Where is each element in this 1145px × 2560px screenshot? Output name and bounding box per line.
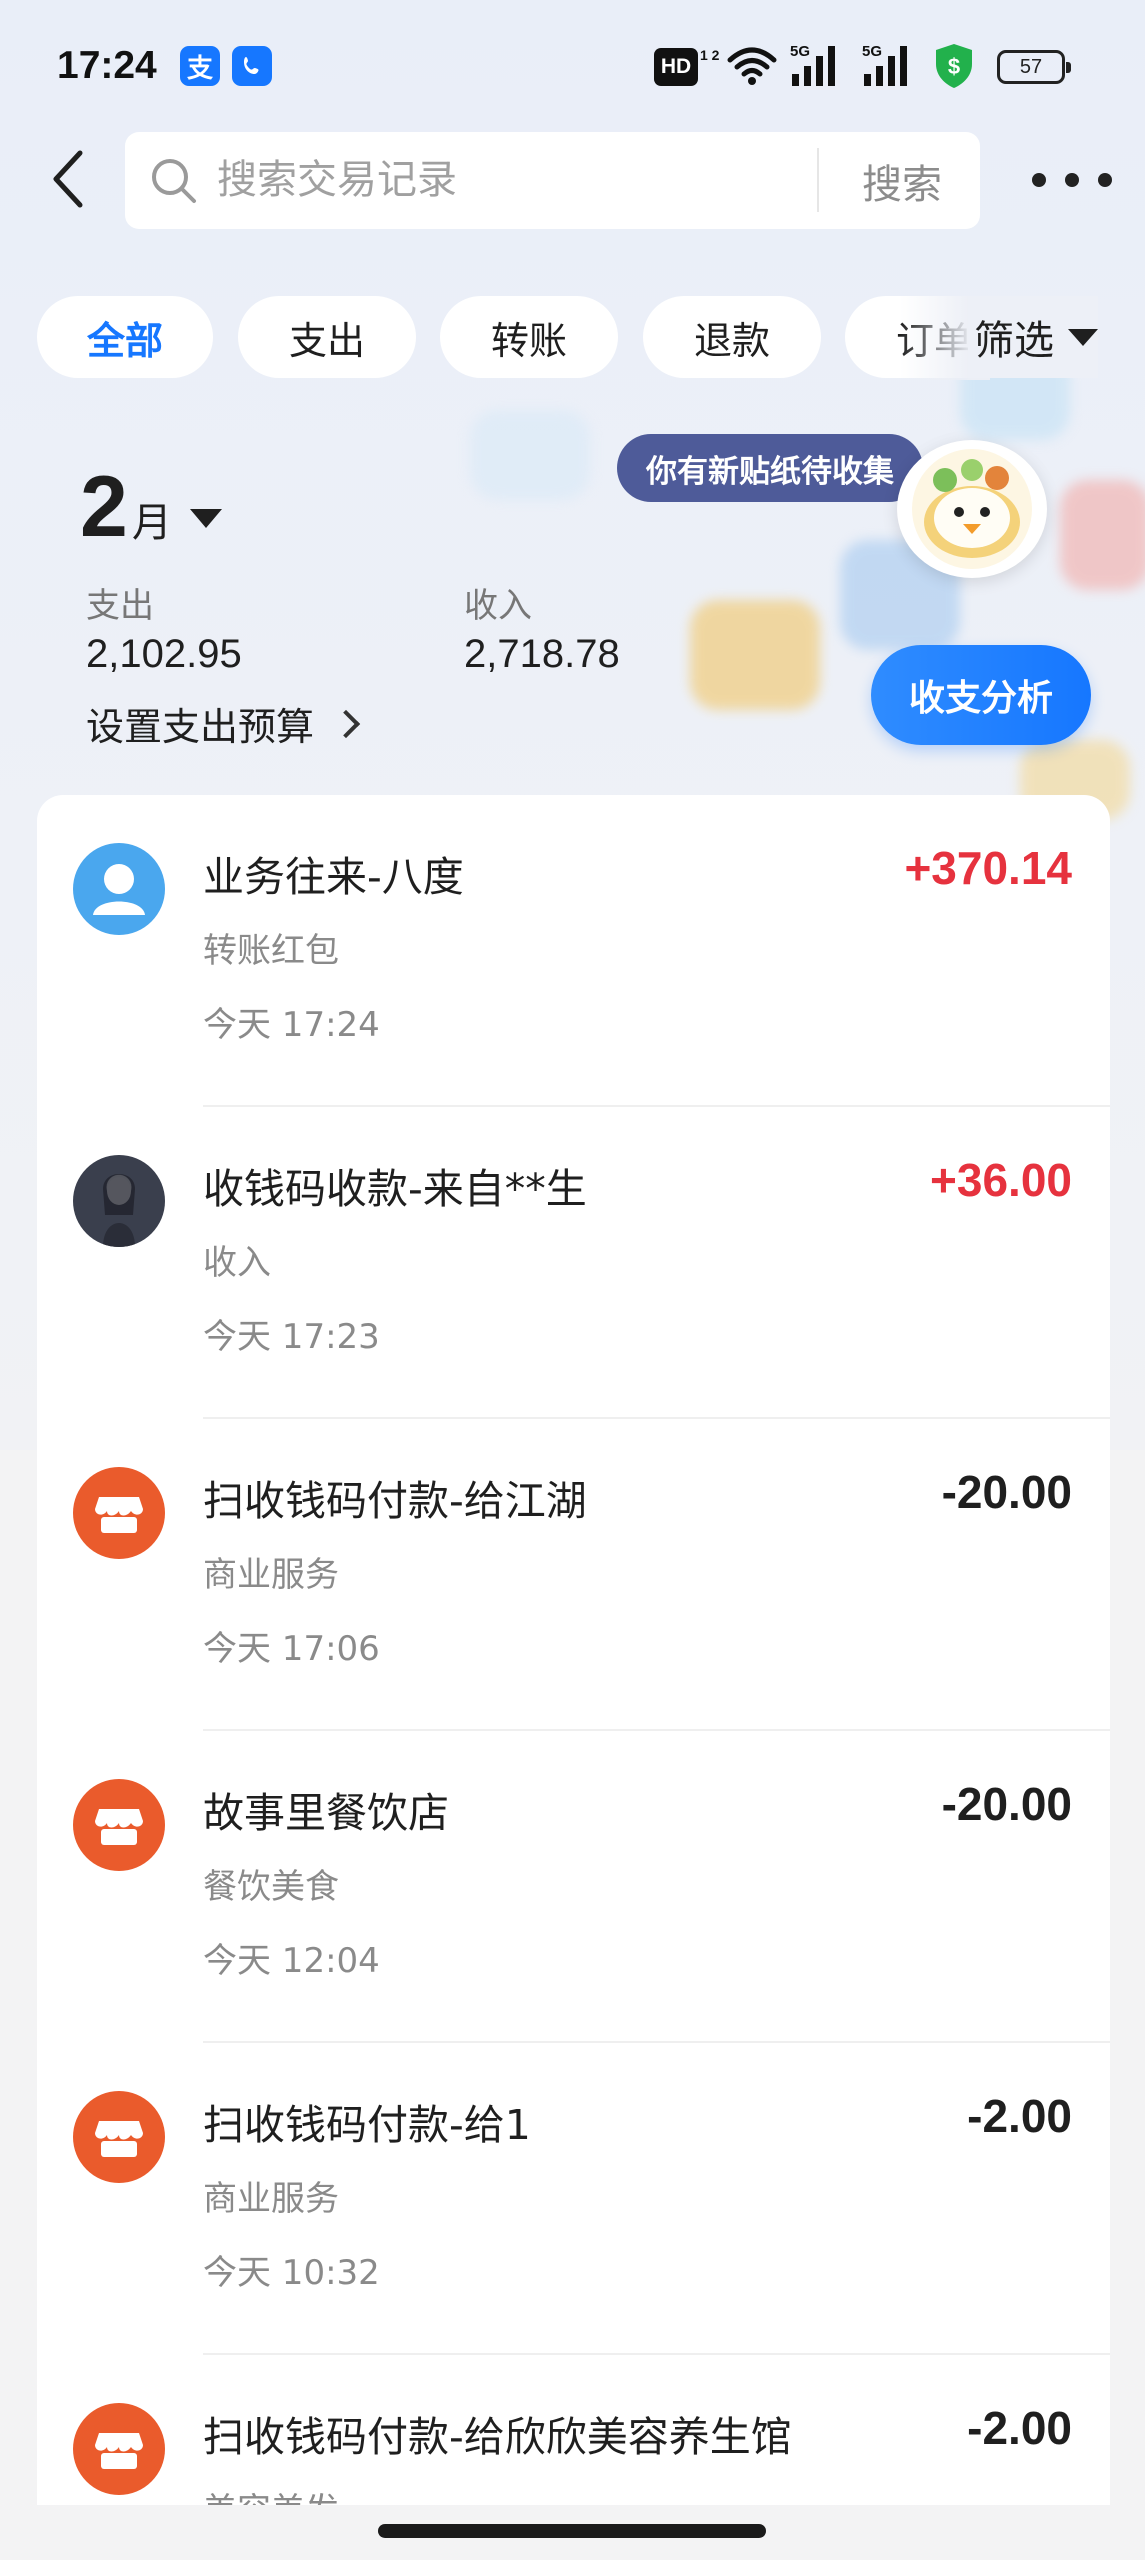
tab-expense[interactable]: 支出 (238, 296, 416, 378)
more-options-button[interactable] (1032, 160, 1112, 200)
status-time: 17:24 (57, 44, 157, 87)
transaction-amount: +36.00 (930, 1154, 1072, 1206)
chevron-right-icon (331, 709, 361, 738)
shop-icon (73, 1467, 165, 1559)
transaction-title: 故事里餐饮店 (203, 1789, 449, 1837)
svg-text:$: $ (948, 54, 960, 79)
transaction-time: 今天 17:24 (203, 1005, 380, 1045)
transaction-title: 扫收钱码付款-给1 (203, 2101, 531, 2149)
transaction-amount: -20.00 (941, 1778, 1072, 1830)
transaction-row[interactable]: 扫收钱码付款-给江湖 商业服务 今天 17:06 -20.00 (37, 1419, 1110, 1731)
transaction-title: 扫收钱码付款-给江湖 (203, 1477, 587, 1525)
tab-all[interactable]: 全部 (37, 296, 213, 378)
transaction-category: 美容美发 (203, 2483, 339, 2505)
transaction-row[interactable]: 收钱码收款-来自**生 收入 今天 17:23 +36.00 (37, 1107, 1110, 1419)
alipay-icon: 支 (180, 46, 220, 86)
income-label: 收入 (464, 586, 532, 626)
transaction-row[interactable]: 故事里餐饮店 餐饮美食 今天 12:04 -20.00 (37, 1731, 1110, 2043)
transaction-title: 收钱码收款-来自**生 (203, 1165, 587, 1213)
home-indicator[interactable] (378, 2524, 766, 2538)
transaction-category: 转账红包 (203, 931, 339, 971)
expense-label: 支出 (86, 586, 154, 626)
transaction-title: 业务往来-八度 (203, 853, 464, 901)
income-expense-analysis-button[interactable]: 收支分析 (871, 645, 1091, 745)
caret-down-icon (1068, 328, 1098, 346)
person-icon (73, 843, 165, 935)
decor-sticker (470, 410, 590, 500)
transaction-time: 今天 10:32 (203, 2253, 380, 2293)
more-dot-icon (1032, 173, 1046, 187)
set-budget-label: 设置支出预算 (86, 705, 315, 749)
search-divider (817, 148, 819, 212)
back-button[interactable] (38, 146, 98, 212)
more-dot-icon (1098, 173, 1112, 187)
signal-5g-icon: 5G (790, 43, 835, 86)
tab-transfer[interactable]: 转账 (440, 296, 618, 378)
battery-icon: 57 (997, 50, 1071, 84)
svg-text:5G: 5G (790, 43, 810, 60)
month-number: 2 (80, 459, 128, 555)
sticker-mascot[interactable] (897, 440, 1047, 578)
wifi-icon (727, 47, 777, 85)
set-budget-link[interactable]: 设置支出预算 (86, 696, 361, 751)
transaction-time: 今天 17:06 (203, 1629, 380, 1669)
month-unit: 月 (131, 500, 172, 546)
shop-icon (73, 2091, 165, 2183)
transaction-amount: +370.14 (904, 842, 1072, 894)
transaction-list: 业务往来-八度 转账红包 今天 17:24 +370.14 收钱码收款-来自**… (37, 795, 1110, 2505)
transaction-row[interactable]: 扫收钱码付款-给欣欣美容养生馆 美容美发 -2.00 (37, 2355, 1110, 2505)
decor-sticker (690, 600, 820, 710)
shield-icon: $ (936, 44, 972, 88)
transaction-row[interactable]: 业务往来-八度 转账红包 今天 17:24 +370.14 (37, 795, 1110, 1107)
transaction-category: 商业服务 (203, 2179, 339, 2219)
caret-down-icon (189, 509, 222, 528)
transaction-amount: -2.00 (967, 2402, 1072, 2454)
search-icon (152, 159, 196, 203)
shop-icon (73, 2403, 165, 2495)
transaction-title: 扫收钱码付款-给欣欣美容养生馆 (203, 2413, 792, 2461)
hd-sub-label: 1 2 (700, 47, 720, 63)
shop-icon (73, 1779, 165, 1871)
transaction-amount: -2.00 (967, 2090, 1072, 2142)
search-button[interactable]: 搜索 (837, 132, 967, 229)
status-bar: 17:24 支 HD 1 2 5G 5G $ 57 (0, 0, 1145, 140)
mascot-icon (912, 449, 1032, 569)
filter-label: 筛选 (974, 318, 1054, 364)
hd-icon: HD (654, 48, 698, 86)
income-total: 2,718.78 (464, 632, 620, 676)
transaction-category: 商业服务 (203, 1555, 339, 1595)
transaction-category: 餐饮美食 (203, 1867, 339, 1907)
battery-level: 57 (1019, 55, 1043, 78)
filter-button[interactable]: 筛选 (968, 296, 1098, 378)
search-box[interactable]: 搜索 (125, 132, 980, 229)
transaction-time: 今天 12:04 (203, 1941, 380, 1981)
svg-text:5G: 5G (862, 43, 882, 60)
expense-total: 2,102.95 (86, 632, 242, 676)
sticker-notice[interactable]: 你有新贴纸待收集 (617, 434, 923, 502)
decor-sticker (1060, 480, 1145, 590)
transaction-category: 收入 (203, 1243, 271, 1283)
signal-5g-icon: 5G (862, 43, 907, 86)
month-selector[interactable]: 2 月 (80, 458, 222, 557)
tab-refund[interactable]: 退款 (643, 296, 821, 378)
chevron-left-icon (53, 150, 83, 208)
user-avatar-photo (73, 1155, 165, 1247)
transaction-time: 今天 17:23 (203, 1317, 380, 1357)
transaction-row[interactable]: 扫收钱码付款-给1 商业服务 今天 10:32 -2.00 (37, 2043, 1110, 2355)
more-dot-icon (1065, 173, 1079, 187)
search-input[interactable] (217, 148, 917, 212)
phone-icon (232, 46, 272, 86)
transaction-amount: -20.00 (941, 1466, 1072, 1518)
